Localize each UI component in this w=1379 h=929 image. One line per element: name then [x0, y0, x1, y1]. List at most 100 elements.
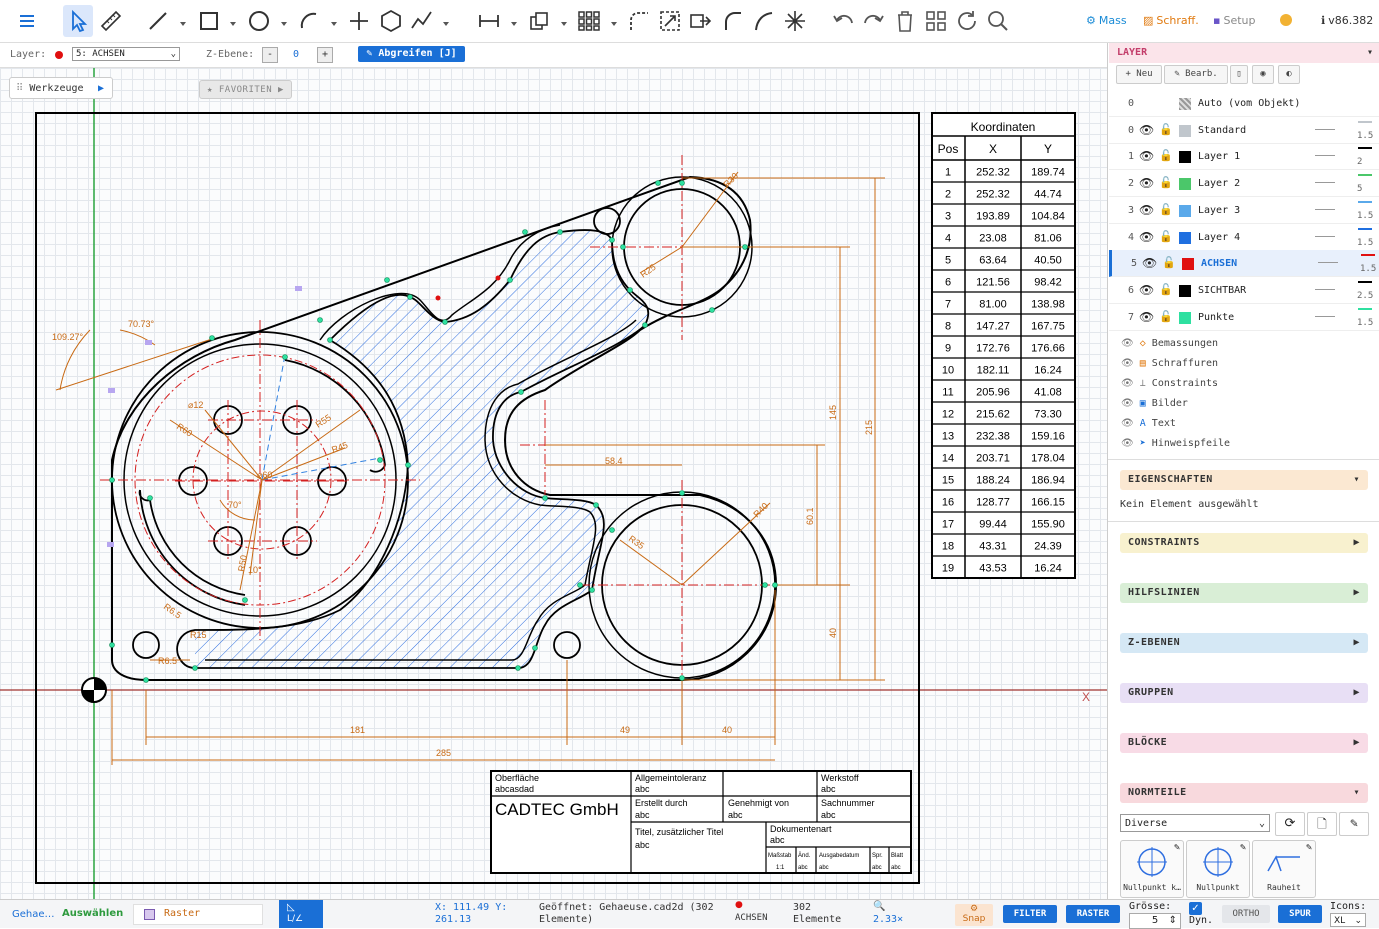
eye-icon[interactable]: 👁: [1139, 203, 1154, 217]
search-icon[interactable]: [983, 5, 1013, 37]
layer-row[interactable]: 7 👁 🔓 Punkte 1.5: [1109, 304, 1379, 331]
layer-color-swatch[interactable]: [1179, 231, 1191, 244]
ortho-button[interactable]: ORTHO: [1222, 905, 1270, 923]
grab-button[interactable]: ✎ Abgreifen [J]: [358, 46, 465, 62]
eye-icon[interactable]: 👁: [1139, 310, 1154, 324]
layer-color-swatch[interactable]: [1179, 178, 1191, 191]
category-item[interactable]: 👁 ⊥ Constraints: [1121, 378, 1218, 389]
normteil-card[interactable]: ✎ Rauheit: [1252, 840, 1316, 898]
eye-icon[interactable]: 👁: [1139, 176, 1154, 190]
category-item[interactable]: 👁 ▣ Bilder: [1121, 398, 1188, 409]
chevron-down-icon[interactable]: [179, 18, 187, 26]
move-icon[interactable]: [686, 5, 716, 37]
delete-icon[interactable]: [890, 5, 920, 37]
explode-icon[interactable]: [780, 5, 810, 37]
eye-icon[interactable]: 👁: [1139, 230, 1154, 244]
constraints-header[interactable]: CONSTRAINTS ▶: [1120, 533, 1368, 553]
measure-icon[interactable]: [96, 5, 126, 37]
layer-row[interactable]: 0 👁 🔓 Standard 1.5: [1109, 117, 1379, 144]
eigenschaften-header[interactable]: EIGENSCHAFTEN ▾: [1120, 470, 1368, 490]
chevron-down-icon[interactable]: [610, 18, 618, 26]
chevron-down-icon[interactable]: [229, 18, 237, 26]
lock-icon[interactable]: 🔓: [1159, 310, 1173, 323]
spur-button[interactable]: SPUR: [1278, 905, 1322, 923]
eye-icon[interactable]: 👁: [1121, 378, 1134, 389]
layer-row[interactable]: 5 👁 🔓 ACHSEN 1.5: [1109, 250, 1379, 278]
pencil-icon[interactable]: ✎: [1174, 842, 1180, 853]
hatch-region[interactable]: [195, 230, 649, 668]
eye-icon[interactable]: 👁: [1139, 283, 1154, 297]
layer-color-swatch[interactable]: [1179, 311, 1191, 324]
schraff-button[interactable]: ▨ Schraff.: [1143, 14, 1199, 27]
curve-icon[interactable]: [749, 5, 779, 37]
redo-icon[interactable]: [858, 5, 888, 37]
chevron-down-icon[interactable]: [280, 18, 288, 26]
rectangle-icon[interactable]: [194, 5, 224, 37]
category-item[interactable]: 👁 A Text: [1121, 418, 1176, 429]
gruppen-header[interactable]: GRUPPEN ▶: [1120, 683, 1368, 703]
chevron-down-icon[interactable]: [560, 18, 568, 26]
lock-icon[interactable]: 🔓: [1159, 283, 1173, 296]
edit-layer-button[interactable]: ✎ Bearb.: [1164, 65, 1228, 84]
zebenen-header[interactable]: Z-EBENEN ▶: [1120, 633, 1368, 653]
eye-icon[interactable]: ◉: [1252, 65, 1274, 84]
chevron-down-icon[interactable]: [330, 18, 338, 26]
layer-select[interactable]: 5: ACHSEN ⌄: [72, 47, 180, 61]
layer-row[interactable]: 2 👁 🔓 Layer 2 5: [1109, 170, 1379, 198]
icons-select[interactable]: XL ⌄: [1330, 913, 1366, 927]
lock-icon[interactable]: 🔓: [1159, 149, 1173, 162]
layer-row[interactable]: 0 Auto (vom Objekt): [1109, 90, 1379, 117]
pencil-icon[interactable]: ✎: [1339, 812, 1369, 836]
line-icon[interactable]: [143, 5, 173, 37]
werkzeuge-button[interactable]: ⠿ Werkzeuge ▶: [9, 77, 113, 99]
lock-icon[interactable]: 🔓: [1159, 176, 1173, 189]
arc-tool-icon[interactable]: [718, 5, 748, 37]
lock-icon[interactable]: 🔓: [1162, 256, 1176, 269]
contrast-icon[interactable]: ◐: [1278, 65, 1300, 84]
layer-color-swatch[interactable]: [1179, 124, 1191, 137]
chevron-down-icon[interactable]: [510, 18, 518, 26]
hamburger-icon[interactable]: [12, 5, 42, 37]
eye-icon[interactable]: 👁: [1121, 398, 1134, 409]
eye-icon[interactable]: 👁: [1121, 418, 1134, 429]
pencil-icon[interactable]: ✎: [1240, 842, 1246, 853]
scale-icon[interactable]: [655, 5, 685, 37]
grid-icon[interactable]: [921, 5, 951, 37]
layer-color-swatch[interactable]: [1182, 258, 1194, 271]
fillet-icon[interactable]: [624, 5, 654, 37]
layer-color-swatch[interactable]: [1179, 204, 1191, 217]
layer-header[interactable]: LAYER ▾: [1109, 43, 1379, 63]
category-item[interactable]: 👁 ◇ Bemassungen: [1121, 338, 1218, 349]
eye-icon[interactable]: 👁: [1139, 123, 1154, 137]
polygon-icon[interactable]: [376, 5, 406, 37]
polyline-icon[interactable]: [407, 5, 437, 37]
hilfslinien-header[interactable]: HILFSLINIEN ▶: [1120, 583, 1368, 603]
eye-icon[interactable]: 👁: [1121, 358, 1134, 369]
layer-row[interactable]: 1 👁 🔓 Layer 1 2: [1109, 143, 1379, 171]
zebene-minus-button[interactable]: -: [262, 47, 278, 63]
eye-icon[interactable]: 👁: [1121, 338, 1134, 349]
select-icon[interactable]: [63, 5, 93, 37]
bloecke-header[interactable]: BLÖCKE ▶: [1120, 733, 1368, 753]
copy-icon[interactable]: [524, 5, 554, 37]
layer-row[interactable]: 6 👁 🔓 SICHTBAR 2.5: [1109, 277, 1379, 304]
zebene-plus-button[interactable]: +: [317, 47, 333, 63]
pencil-icon[interactable]: ✎: [1306, 842, 1312, 853]
arc-icon[interactable]: [294, 5, 324, 37]
raster-button[interactable]: RASTER: [1066, 905, 1120, 923]
new-layer-button[interactable]: + Neu: [1116, 65, 1162, 84]
refresh-icon[interactable]: [952, 5, 982, 37]
favoriten-button[interactable]: ★ FAVORITEN ▶: [199, 80, 292, 99]
theme-toggle[interactable]: [1280, 14, 1292, 26]
normteile-header[interactable]: NORMTEILE ▾: [1120, 783, 1368, 803]
normteil-card[interactable]: ✎ Nullpunkt: [1186, 840, 1250, 898]
cad-drawing[interactable]: X 181 49 40 285 58.4 145 215 60.1 40 R30…: [0, 68, 1107, 899]
origin-marker[interactable]: [81, 677, 107, 703]
eye-icon[interactable]: 👁: [1139, 149, 1154, 163]
point-icon[interactable]: [344, 5, 374, 37]
eye-icon[interactable]: 👁: [1121, 438, 1134, 449]
layer-color-swatch[interactable]: [1179, 151, 1191, 164]
filter-button[interactable]: FILTER: [1003, 905, 1057, 923]
status-file-short[interactable]: Gehae…: [12, 909, 55, 920]
lock-icon[interactable]: 🔓: [1159, 230, 1173, 243]
